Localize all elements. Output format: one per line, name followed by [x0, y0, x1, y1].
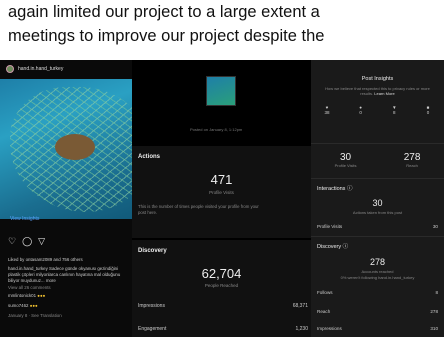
discovery-section: Discovery 62,704 People Reached Impressi…	[132, 240, 311, 337]
view-insights-link[interactable]: View Insights	[10, 216, 39, 222]
reach-row-value: 278	[430, 309, 438, 314]
profile-visits-value: 471	[210, 172, 233, 187]
engagement-label: Engagement	[138, 326, 167, 332]
discovery-value: 278	[369, 257, 386, 267]
posted-date: Posted on January 8, 1:12pm	[190, 127, 243, 132]
actions-note: post here.	[138, 210, 158, 215]
comments-count: 0	[359, 110, 362, 115]
profile-visits-stat: 30 Profile Visits	[335, 152, 357, 168]
shares-count: 8	[393, 110, 396, 115]
follows-row: Follows 8	[317, 290, 438, 295]
impressions-row: Impressions 68,371	[138, 303, 308, 309]
learn-more-link[interactable]: Learn More	[374, 91, 394, 96]
likes-stat: ♥ 38	[317, 105, 337, 115]
divider	[311, 178, 444, 179]
comment-item: sumo7462 ●●●	[8, 303, 38, 308]
stats-row: ♥ 38 ● 0 ▼ 8 ■ 0	[317, 105, 438, 115]
shares-stat: ▼ 8	[384, 105, 404, 115]
avatar[interactable]	[6, 65, 14, 73]
document-line: meetings to improve our project despite …	[8, 27, 325, 45]
discovery-sub: 0% weren't following hand.in.hand_turkey	[340, 275, 415, 280]
actions-note: This is the number of times people visit…	[138, 204, 259, 209]
engagement-value: 1,230	[295, 326, 308, 332]
reached-label: People Reached	[204, 283, 239, 288]
comment-icon[interactable]: ◯	[22, 236, 32, 247]
comment-author[interactable]: mmlintonick01	[8, 293, 36, 298]
comment-item: mmlintonick01 ●●●	[8, 293, 46, 298]
comment-author[interactable]: sumo7462	[8, 303, 29, 308]
follows-label: Follows	[317, 290, 333, 295]
profile-visits-label: Profile Visits	[209, 190, 234, 195]
impressions-row: Impressions 310	[317, 326, 438, 331]
heart-icon[interactable]: ♡	[8, 236, 16, 247]
impressions-label: Impressions	[138, 303, 165, 309]
insights-note: How we believe that respected this to pr…	[321, 86, 434, 96]
discovery-label: Accounts reached	[361, 269, 394, 274]
document-line: again limited our project to a large ext…	[8, 3, 320, 21]
reach-label: Reach	[406, 163, 418, 168]
discovery-title[interactable]: Discovery ⓘ	[317, 242, 348, 250]
reach-stat: 278 Reach	[404, 152, 421, 168]
document-text: again limited our project to a large ext…	[0, 0, 444, 60]
likes-text[interactable]: Liked by ontasam2089 and 756 others	[8, 257, 83, 262]
saves-stat: ■ 0	[418, 105, 438, 115]
insights-title: Post Insights	[361, 76, 394, 82]
impressions-row-label: Impressions	[317, 326, 342, 331]
summary-stats: 30 Profile Visits 278 Reach	[311, 152, 444, 168]
reached-value: 62,704	[201, 266, 242, 281]
post-insights-panel: Post Insights How we believe that respec…	[311, 60, 444, 337]
view-comments-link[interactable]: View all 26 comments	[8, 285, 51, 290]
post-date[interactable]: January 8 · See Translation	[8, 313, 62, 318]
likes-count: 38	[324, 110, 330, 115]
insights-detail-panel: Posted on January 8, 1:12pm Actions 471 …	[132, 60, 311, 337]
reach-row-label: Reach	[317, 309, 331, 314]
impressions-row-value: 310	[430, 326, 438, 331]
actions-section: Actions 471 Profile Visits This is the n…	[132, 146, 311, 238]
caption-line: plastik çöpleri milyonlarca canlının hay…	[8, 272, 121, 277]
reach-row: Reach 278	[317, 309, 438, 314]
follows-value: 8	[435, 290, 438, 295]
profile-visits-row-value: 30	[432, 224, 438, 229]
discovery-title: Discovery	[138, 248, 167, 254]
turtle-image	[55, 134, 95, 160]
send-icon[interactable]: ▽	[38, 236, 45, 247]
profile-visits-label: Profile Visits	[334, 163, 357, 168]
divider	[311, 236, 444, 237]
caption-line: biliyor muydunuz... more	[8, 278, 56, 283]
post-username[interactable]: hand.in.hand_turkey	[18, 66, 63, 72]
caption-line: hand.in.hand_turkey Sadece günde okyanus…	[8, 266, 119, 271]
post-thumbnail	[206, 76, 236, 106]
interactions-label: Actions taken from this post	[352, 210, 403, 215]
profile-visits-row: Profile Visits 30	[317, 224, 438, 229]
interactions-value: 30	[372, 198, 383, 208]
reach-value: 278	[403, 152, 421, 163]
interactions-title[interactable]: Interactions ⓘ	[317, 184, 352, 192]
actions-title: Actions	[138, 154, 161, 160]
saves-count: 0	[426, 110, 430, 115]
engagement-row: Engagement 1,230	[138, 326, 308, 332]
profile-visits-row-label: Profile Visits	[317, 224, 343, 229]
impressions-value: 68,371	[292, 303, 308, 309]
comments-stat: ● 0	[351, 105, 371, 115]
profile-visits-value: 30	[340, 152, 352, 163]
divider	[311, 143, 444, 144]
